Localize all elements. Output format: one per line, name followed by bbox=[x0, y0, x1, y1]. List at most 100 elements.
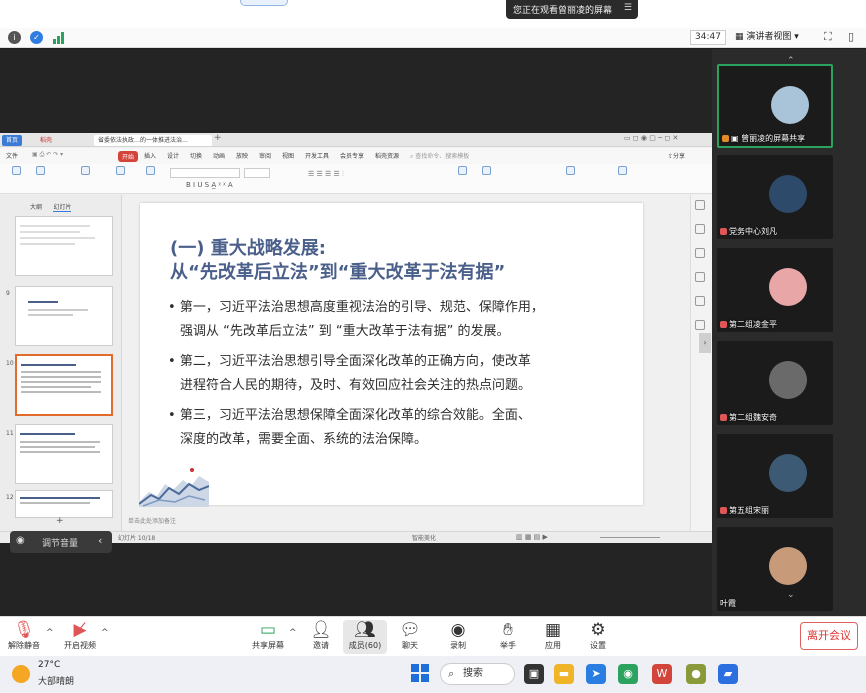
view-icons[interactable]: ▥ ▦ ▤ ▶ bbox=[516, 533, 548, 541]
participant-tile[interactable]: 第二组凌金平 bbox=[717, 248, 833, 332]
taskbar-search[interactable]: ⌕ 搜索 bbox=[440, 663, 515, 685]
settings-button[interactable]: ⚙ 设置 bbox=[576, 620, 620, 651]
menu-start[interactable]: 开始 bbox=[118, 151, 139, 162]
new-tab-icon[interactable]: + bbox=[214, 133, 222, 143]
members-button[interactable]: 👥︎ 成员(60) bbox=[343, 620, 387, 654]
select-icon[interactable] bbox=[612, 166, 632, 178]
chevron-up-icon[interactable]: ^ bbox=[289, 628, 297, 638]
tool-icon[interactable] bbox=[695, 200, 705, 210]
search-icon: ⌕ bbox=[448, 667, 455, 680]
record-button[interactable]: ◉ 录制 bbox=[436, 620, 480, 651]
format-icons[interactable]: B I U S A̲ ᵡ ᵡ A bbox=[186, 181, 233, 189]
chevron-up-icon[interactable]: ^ bbox=[101, 628, 109, 638]
tool-icon[interactable] bbox=[695, 296, 705, 306]
quick-access-icons[interactable]: ▣ ⎙ ↶ ↷ ▾ bbox=[32, 151, 63, 159]
chevron-right-icon[interactable]: › bbox=[699, 333, 711, 353]
tab-home[interactable]: 首页 bbox=[2, 135, 23, 146]
shape-icon[interactable] bbox=[476, 166, 496, 178]
raise-hand-button[interactable]: ✋︎ 举手 bbox=[486, 620, 530, 651]
font-family-select[interactable] bbox=[170, 168, 240, 178]
invite-button[interactable]: 👤︎ 邀请 bbox=[299, 620, 343, 651]
participant-tile[interactable]: 第五组宋丽 bbox=[717, 434, 833, 518]
slide-thumbnail[interactable] bbox=[15, 424, 113, 484]
task-view-icon[interactable]: ▣ bbox=[524, 664, 544, 684]
wechat-icon[interactable]: ◉ bbox=[618, 664, 638, 684]
chat-button[interactable]: 💬︎ 聊天 bbox=[388, 620, 432, 651]
window-icon[interactable]: ▯ bbox=[848, 30, 854, 43]
record-label: 录制 bbox=[450, 641, 466, 650]
menu-design[interactable]: 设计 bbox=[167, 151, 179, 160]
chevron-left-icon[interactable]: ‹ bbox=[98, 534, 102, 547]
menu-transition[interactable]: 切换 bbox=[190, 151, 202, 160]
tab-outline[interactable]: 大纲 bbox=[30, 204, 42, 211]
textbox-icon[interactable] bbox=[452, 166, 472, 178]
tool-icon[interactable] bbox=[695, 272, 705, 282]
menu-insert[interactable]: 插入 bbox=[144, 151, 156, 160]
layout-icon[interactable] bbox=[140, 166, 160, 178]
paste-icon[interactable] bbox=[6, 166, 26, 178]
menu-view[interactable]: 视图 bbox=[282, 151, 294, 160]
weather-temperature[interactable]: 27°C bbox=[38, 660, 60, 670]
participant-tile[interactable]: 第二组魏安奇 bbox=[717, 341, 833, 425]
fullscreen-icon[interactable]: ⛶ bbox=[824, 30, 832, 44]
menu-review[interactable]: 审阅 bbox=[259, 151, 271, 160]
windows-start-icon[interactable] bbox=[410, 663, 430, 683]
new-slide-icon[interactable] bbox=[110, 166, 130, 178]
tool-icon[interactable] bbox=[695, 248, 705, 258]
font-size-select[interactable] bbox=[244, 168, 270, 178]
list-icon[interactable]: ☰ bbox=[624, 3, 632, 13]
tool-icon[interactable] bbox=[695, 320, 705, 330]
window-controls[interactable]: ▭ ◻ ◉ ▢ ─ ◻ ✕ bbox=[624, 134, 678, 142]
meeting-app-icon[interactable]: ▰ bbox=[718, 664, 738, 684]
present-icon[interactable] bbox=[560, 166, 580, 178]
participant-tile[interactable]: 叶霞 bbox=[717, 527, 833, 611]
notes-area[interactable]: 单击此处添加备注 bbox=[122, 516, 682, 528]
slide-thumbnail[interactable] bbox=[15, 286, 113, 346]
unmute-label: 解除静音 bbox=[8, 641, 40, 650]
menu-developer[interactable]: 开发工具 bbox=[305, 151, 329, 160]
wps-icon[interactable]: W bbox=[652, 664, 672, 684]
start-video-button[interactable]: ▶̸ 开启视频 bbox=[58, 620, 102, 651]
zoom-slider[interactable] bbox=[600, 537, 660, 538]
weather-description[interactable]: 大部晴朗 bbox=[38, 674, 74, 687]
signal-icon[interactable] bbox=[52, 31, 66, 44]
search-command[interactable]: ⌕ 查找命令、搜索模板 bbox=[410, 151, 469, 161]
unmute-button[interactable]: 🎙︎ 解除静音 bbox=[2, 620, 46, 651]
chevron-up-icon[interactable]: ^ bbox=[46, 628, 54, 638]
paragraph-icons[interactable]: ☰ ☰ ☰ ☰ ⫶ bbox=[308, 170, 344, 179]
share-button[interactable]: ⇪分享 bbox=[668, 151, 685, 160]
play-icon[interactable] bbox=[75, 166, 95, 178]
telegram-icon[interactable]: ➤ bbox=[586, 664, 606, 684]
speaker-view-button[interactable]: ▦ 演讲者视图 ▾ bbox=[735, 30, 815, 45]
menu-docer-resources[interactable]: 稻壳资源 bbox=[375, 151, 399, 160]
great-wall-image bbox=[138, 462, 210, 507]
volume-popup[interactable]: ◉ 调节音量 ‹ bbox=[10, 531, 112, 553]
apps-button[interactable]: ▦ 应用 bbox=[531, 620, 575, 651]
app-icon[interactable]: ● bbox=[686, 664, 706, 684]
menu-slideshow[interactable]: 放映 bbox=[236, 151, 248, 160]
cut-icon[interactable] bbox=[30, 166, 50, 178]
tab-slides[interactable]: 幻灯片 bbox=[53, 204, 72, 212]
menu-animation[interactable]: 动画 bbox=[213, 151, 225, 160]
menu-member[interactable]: 会员专享 bbox=[340, 151, 364, 160]
file-explorer-icon[interactable]: ▬ bbox=[554, 664, 574, 684]
tab-document[interactable]: 省委依法执政…的一体推进法治… bbox=[94, 135, 212, 146]
top-handle[interactable] bbox=[240, 0, 288, 6]
slide-thumbnail-selected[interactable] bbox=[15, 354, 113, 416]
info-icon[interactable]: i bbox=[8, 31, 21, 44]
participant-tile[interactable]: ▣ 曾丽凌的屏幕共享 bbox=[717, 64, 833, 148]
slide-thumbnail[interactable] bbox=[15, 216, 113, 276]
participant-tile[interactable]: 党务中心刘凡 bbox=[717, 155, 833, 239]
shield-icon[interactable]: ✓ bbox=[30, 31, 43, 44]
new-slide-button[interactable]: + bbox=[56, 516, 64, 526]
sun-icon[interactable] bbox=[12, 665, 30, 683]
slide-thumbnail[interactable] bbox=[15, 490, 113, 518]
leave-meeting-button[interactable]: 离开会议 bbox=[800, 622, 858, 650]
tab-docer[interactable]: 稻壳 bbox=[36, 135, 56, 146]
top-strip bbox=[0, 0, 866, 28]
menu-file[interactable]: 文件 bbox=[6, 151, 18, 160]
chevron-down-icon[interactable]: ⌄ bbox=[787, 590, 795, 600]
share-screen-button[interactable]: ▭ 共享屏幕 bbox=[246, 620, 290, 651]
tool-icon[interactable] bbox=[695, 224, 705, 234]
smart-beautify-button[interactable]: 智能美化 bbox=[412, 533, 436, 542]
